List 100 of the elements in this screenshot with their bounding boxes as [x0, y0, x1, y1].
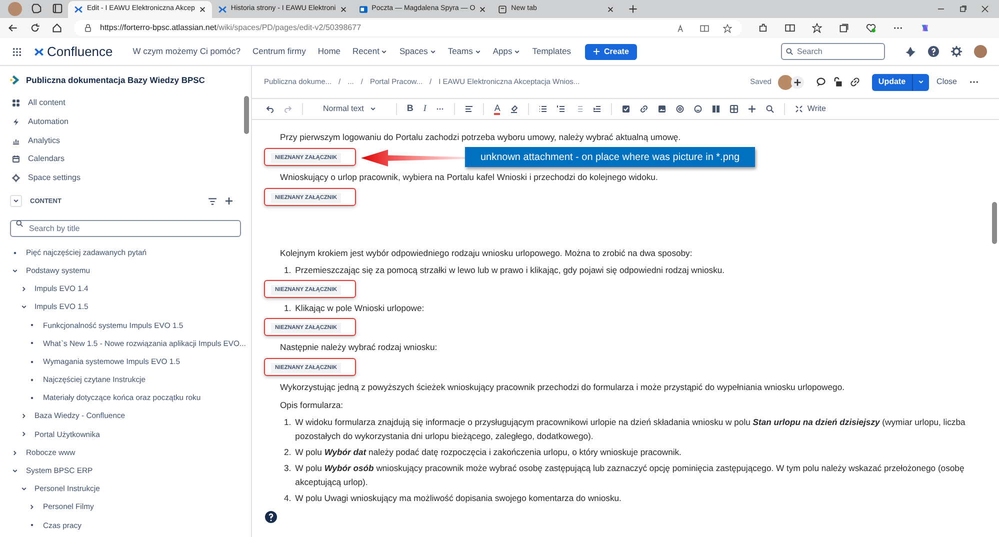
sidebar-nav-item[interactable]: Analytics: [0, 131, 251, 150]
search-field[interactable]: Search by title: [10, 220, 241, 238]
bullet-icon: [29, 376, 35, 383]
lock-icon[interactable]: [833, 77, 844, 87]
list-number: 1.: [284, 302, 292, 315]
sidebar-nav-item[interactable]: Calendars: [0, 150, 251, 169]
close-icon[interactable]: [607, 6, 614, 13]
product-name[interactable]: Confluence: [47, 42, 113, 62]
list-item-text: W widoku formularza znajdują się informacje o przysługującym pracownikowi urlopie na dzień składania wniosku w polu Stan urlopu na dzień dzisiejszy (wymiar urlopu, liczba pozostałych do wykorzystania dni urlopu bieżącego, zaległego, dodatkowego).: [295, 416, 966, 443]
chevron-right-icon[interactable]: [29, 504, 35, 510]
chevron-right-icon[interactable]: [20, 286, 26, 292]
chevron-down-icon: [370, 106, 376, 112]
read-aloud-icon[interactable]: [677, 24, 686, 32]
chevron-right-icon[interactable]: [20, 431, 26, 438]
sidebar-nav-item[interactable]: Automation: [0, 112, 251, 132]
close-icon[interactable]: [198, 6, 206, 13]
chevron-right-icon[interactable]: [20, 413, 26, 420]
confluence-logo-icon[interactable]: [34, 46, 44, 56]
nav-menu-item[interactable]: Teams: [448, 45, 481, 58]
help-icon[interactable]: [928, 46, 939, 57]
list-number: 3.: [284, 462, 292, 475]
columns-icon[interactable]: [712, 105, 720, 113]
browser-essentials-icon[interactable]: [866, 23, 876, 33]
help-icon[interactable]: [265, 511, 277, 523]
paragraph: Wykorzystując jedną z powyższych ścieżek wnioskujący pracownik przechodzi do formularza i może przystąpić do wypełniania wniosku urlopowego.: [280, 381, 846, 394]
text-style-dropdown[interactable]: Normal text: [313, 103, 386, 115]
filter-icon[interactable]: [208, 196, 217, 206]
sidebar-nav-item[interactable]: All content: [0, 94, 251, 113]
bullet-icon: [29, 358, 35, 365]
split-view-icon[interactable]: [785, 23, 795, 33]
nav-menu-item[interactable]: W czym możemy Ci pomóc?: [132, 45, 240, 58]
nav-menu-item[interactable]: Centrum firmy: [252, 45, 306, 58]
bullet-icon: [29, 395, 35, 402]
bullet-list-icon[interactable]: [539, 105, 548, 113]
close-icon[interactable]: [479, 6, 486, 13]
image-icon[interactable]: [658, 105, 666, 113]
plus-icon[interactable]: [225, 197, 233, 206]
address-bar[interactable]: https://forterro-bpsc.atlassian.net/wiki/spaces/PD/pages/edit-v2/50398677: [74, 20, 742, 36]
chevron-down-icon[interactable]: [20, 486, 26, 492]
list-item-text: W polu Wybór osób wnioskujący pracownik może wybrać osobę zastępującą lub zaznaczyć opcję pominięcia zastępującego. W tym polu należy wskazać przełożonego (osobę akceptującą urlop).: [295, 462, 966, 489]
table-icon[interactable]: [730, 105, 738, 113]
split-view-icon[interactable]: [700, 24, 709, 32]
search-icon[interactable]: [766, 105, 774, 113]
collapse-toggle[interactable]: [10, 195, 22, 208]
user-avatar[interactable]: [974, 45, 987, 58]
back-icon[interactable]: [8, 23, 18, 33]
chevron-down-icon[interactable]: [20, 304, 26, 310]
chevron-down-icon: [918, 79, 924, 85]
numbered-list-icon[interactable]: [557, 105, 566, 113]
nav-menu-item[interactable]: Home: [318, 45, 341, 58]
bullet-icon: [29, 340, 35, 346]
italic-button[interactable]: I: [423, 102, 426, 116]
close-icon[interactable]: [981, 5, 989, 13]
create-button[interactable]: Create: [585, 44, 637, 60]
plus-icon[interactable]: [748, 105, 756, 113]
nav-menu-item[interactable]: Recent: [352, 45, 388, 58]
mention-icon[interactable]: [676, 105, 684, 113]
bar-chart-icon: [12, 136, 20, 145]
space-title[interactable]: Publiczna dokumentacja Bazy Wiedzy BPSC: [26, 74, 205, 86]
extension-icon[interactable]: [758, 23, 768, 33]
close-icon[interactable]: [340, 6, 347, 13]
app-switcher-icon[interactable]: [12, 46, 22, 56]
restore-icon[interactable]: [959, 5, 967, 13]
scrollbar-thumb[interactable]: [244, 96, 249, 134]
link-icon[interactable]: [850, 77, 860, 87]
chevron-down-icon: [474, 48, 481, 54]
tab-actions-icon[interactable]: [52, 3, 63, 14]
link-icon[interactable]: [640, 105, 648, 113]
new-tab-icon[interactable]: [628, 4, 638, 14]
refresh-icon[interactable]: [30, 23, 40, 33]
chevron-right-icon[interactable]: [12, 450, 18, 456]
indent-icon[interactable]: [593, 105, 602, 113]
close-button[interactable]: Close: [936, 76, 957, 88]
comment-icon[interactable]: [816, 77, 826, 87]
emoji-icon[interactable]: [694, 105, 702, 113]
callout-label: unknown attachment - on place where was picture in *.png: [465, 147, 755, 167]
favorites-icon[interactable]: [812, 23, 822, 33]
chevron-down-icon[interactable]: [12, 468, 18, 474]
paragraph: Wnioskujący o urlop pracownik, wybiera na Portalu kafel Wnioski i przechodzi do kolejnego widoku.: [280, 171, 659, 184]
nav-menu-item[interactable]: Apps: [492, 45, 520, 58]
home-icon[interactable]: [52, 23, 62, 33]
nav-menu-item[interactable]: Templates: [532, 45, 571, 58]
update-options-button[interactable]: [912, 74, 929, 90]
update-button[interactable]: Update: [872, 74, 912, 90]
align-icon[interactable]: [465, 105, 474, 113]
add-collaborator-icon[interactable]: [791, 76, 804, 88]
highlight-icon[interactable]: [510, 105, 518, 113]
undo-icon[interactable]: [266, 105, 274, 113]
scrollbar-thumb[interactable]: [992, 202, 997, 244]
sidebar-nav-item[interactable]: Space settings: [0, 168, 251, 188]
write-button[interactable]: Write: [795, 103, 826, 115]
collections-icon[interactable]: [839, 23, 849, 33]
text-color-button[interactable]: A: [494, 103, 500, 115]
star-icon[interactable]: [723, 24, 732, 32]
chevron-down-icon[interactable]: [12, 268, 18, 274]
nav-menu-item[interactable]: Spaces: [399, 45, 436, 58]
paragraph: Przy pierwszym logowaniu do Portalu zachodzi potrzeba wyboru umowy, należy wybrać aktualną umowę.: [280, 131, 682, 144]
bold-button[interactable]: B: [406, 102, 414, 116]
search-field[interactable]: Search: [781, 43, 885, 60]
checkbox-icon[interactable]: [622, 105, 630, 113]
